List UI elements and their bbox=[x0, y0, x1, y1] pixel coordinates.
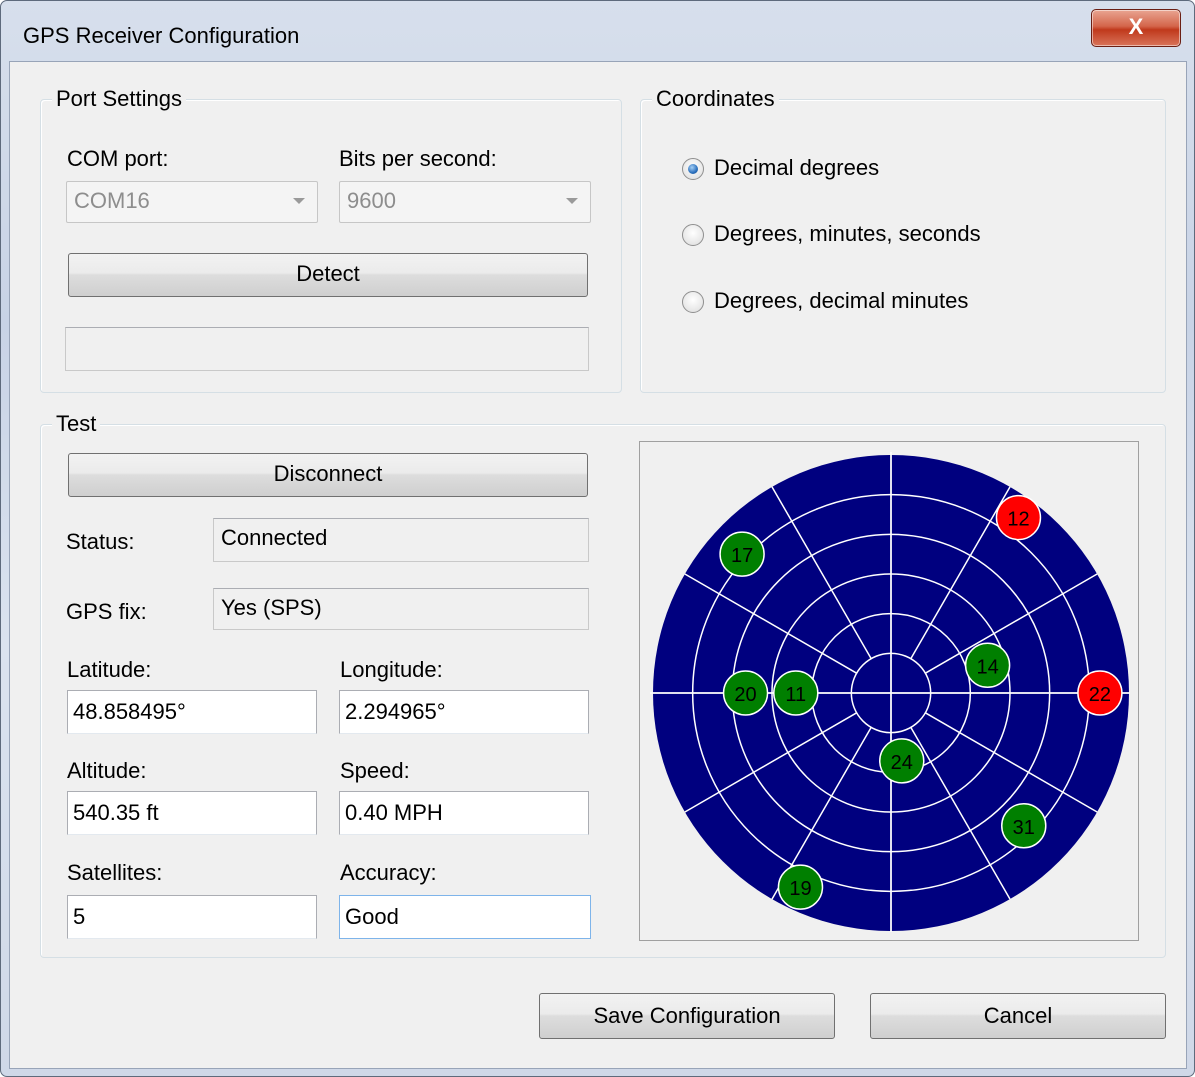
satellite-label-12: 12 bbox=[1007, 509, 1029, 531]
window-title: GPS Receiver Configuration bbox=[23, 23, 300, 48]
cancel-button[interactable]: Cancel bbox=[870, 993, 1166, 1039]
radio-button-icon[interactable] bbox=[682, 224, 704, 246]
close-button[interactable]: X bbox=[1091, 9, 1181, 47]
radio-decimal-degrees-label[interactable]: Decimal degrees bbox=[714, 155, 879, 181]
port-settings-group-label: Port Settings bbox=[52, 86, 186, 112]
chevron-down-icon bbox=[293, 198, 305, 204]
radio-button-icon[interactable] bbox=[682, 291, 704, 313]
bits-per-second-value: 9600 bbox=[347, 188, 396, 213]
com-port-label: COM port: bbox=[67, 146, 169, 171]
longitude-field[interactable]: 2.294965° bbox=[339, 690, 589, 734]
satellite-label-11: 11 bbox=[785, 684, 806, 706]
title-bar[interactable]: GPS Receiver Configuration X bbox=[1, 1, 1194, 69]
com-port-value: COM16 bbox=[74, 188, 150, 213]
coordinates-group-label: Coordinates bbox=[652, 86, 779, 112]
satellite-skyplot-frame: 12 17 14 22 20 11 24 31 19 bbox=[639, 441, 1139, 941]
gps-fix-label: GPS fix: bbox=[66, 599, 147, 624]
status-field: Connected bbox=[213, 518, 589, 562]
altitude-label: Altitude: bbox=[67, 758, 147, 783]
speed-field[interactable]: 0.40 MPH bbox=[339, 791, 589, 835]
altitude-field[interactable]: 540.35 ft bbox=[67, 791, 317, 835]
com-port-select[interactable]: COM16 bbox=[66, 181, 318, 223]
detect-status-field bbox=[65, 327, 589, 371]
radio-degrees-decimal-minutes-label[interactable]: Degrees, decimal minutes bbox=[714, 288, 968, 314]
satellite-label-17: 17 bbox=[731, 545, 753, 567]
dialog-window: GPS Receiver Configuration X Port Settin… bbox=[0, 0, 1195, 1077]
satellites-label: Satellites: bbox=[67, 860, 163, 885]
satellite-label-24: 24 bbox=[891, 752, 913, 774]
radio-button-icon[interactable] bbox=[682, 158, 704, 180]
chevron-down-icon bbox=[566, 198, 578, 204]
satellite-skyplot: 12 17 14 22 20 11 24 31 19 bbox=[650, 452, 1130, 932]
radio-degrees-minutes-seconds-label[interactable]: Degrees, minutes, seconds bbox=[714, 221, 981, 247]
satellite-label-19: 19 bbox=[789, 878, 811, 900]
disconnect-button[interactable]: Disconnect bbox=[68, 453, 588, 497]
bits-per-second-label: Bits per second: bbox=[339, 146, 497, 171]
satellite-label-31: 31 bbox=[1013, 817, 1035, 839]
test-group-label: Test bbox=[52, 411, 101, 437]
speed-label: Speed: bbox=[340, 758, 410, 783]
status-label: Status: bbox=[66, 529, 135, 554]
latitude-label: Latitude: bbox=[67, 657, 152, 682]
latitude-field[interactable]: 48.858495° bbox=[67, 690, 317, 734]
satellite-label-14: 14 bbox=[976, 656, 998, 678]
satellite-label-22: 22 bbox=[1089, 684, 1111, 706]
detect-button[interactable]: Detect bbox=[68, 253, 588, 297]
gps-fix-field: Yes (SPS) bbox=[213, 588, 589, 630]
save-configuration-button[interactable]: Save Configuration bbox=[539, 993, 835, 1039]
longitude-label: Longitude: bbox=[340, 657, 443, 682]
satellite-label-20: 20 bbox=[734, 684, 756, 706]
accuracy-label: Accuracy: bbox=[340, 860, 437, 885]
satellites-field[interactable]: 5 bbox=[67, 895, 317, 939]
accuracy-field[interactable]: Good bbox=[339, 895, 591, 939]
bits-per-second-select[interactable]: 9600 bbox=[339, 181, 591, 223]
